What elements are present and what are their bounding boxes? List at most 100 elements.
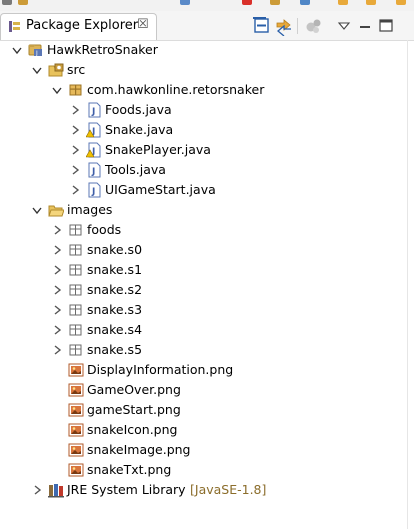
toolbar-icon[interactable] xyxy=(338,0,348,5)
image-file-icon xyxy=(68,403,84,417)
package-outline-icon xyxy=(69,264,82,276)
tree-item-label: src xyxy=(67,62,86,77)
tree-item[interactable]: snakeImage.png xyxy=(0,441,414,461)
tree-item[interactable]: JRE System Library [JavaSE-1.8] xyxy=(0,481,414,501)
chevron-right-icon[interactable] xyxy=(50,323,64,337)
tree-item[interactable]: snake.s0 xyxy=(0,241,414,261)
tree-item-label: HawkRetroSnaker xyxy=(47,42,158,57)
tree-item[interactable]: J Foods.java xyxy=(0,101,414,121)
view-title: Package Explorer xyxy=(26,18,139,33)
package-explorer-icon xyxy=(9,21,20,32)
image-file-icon xyxy=(68,423,84,437)
tree-item[interactable]: J SnakePlayer.java xyxy=(0,141,414,161)
tree-item-label: GameOver.png xyxy=(87,382,181,397)
package-outline-icon xyxy=(69,344,82,356)
chevron-right-icon[interactable] xyxy=(50,223,64,237)
chevron-down-icon[interactable] xyxy=(30,63,44,77)
tree-item[interactable]: src xyxy=(0,61,414,81)
toolbar-icon[interactable] xyxy=(300,0,310,5)
tree-item-label: snake.s3 xyxy=(87,302,143,317)
package-icon xyxy=(69,84,82,96)
tree-item[interactable]: J Tools.java xyxy=(0,161,414,181)
tree-item-label: foods xyxy=(87,222,122,237)
toolbar-icon[interactable] xyxy=(396,0,406,5)
tree-item-label: snakeImage.png xyxy=(87,442,191,457)
chevron-down-icon[interactable] xyxy=(30,203,44,217)
view-tab-bar: Package Explorer ☒ xyxy=(0,11,414,41)
tree-item[interactable]: gameStart.png xyxy=(0,401,414,421)
tree-item[interactable]: snake.s3 xyxy=(0,301,414,321)
tree-item[interactable]: snakeTxt.png xyxy=(0,461,414,481)
filters-icon[interactable] xyxy=(304,16,324,36)
chevron-right-icon[interactable] xyxy=(50,343,64,357)
chevron-right-icon[interactable] xyxy=(68,183,82,197)
svg-text:J: J xyxy=(35,50,38,57)
package-explorer-tab[interactable]: Package Explorer ☒ xyxy=(0,13,157,40)
tree-item-label: UIGameStart.java xyxy=(105,182,216,197)
tree-item-label: snakeIcon.png xyxy=(87,422,178,437)
tree-item-label: Snake.java xyxy=(105,122,174,137)
tree-item[interactable]: foods xyxy=(0,221,414,241)
toolbar-icon[interactable] xyxy=(366,0,376,5)
chevron-right-icon[interactable] xyxy=(50,283,64,297)
tree-item[interactable]: snake.s1 xyxy=(0,261,414,281)
tree-item[interactable]: com.hawkonline.retorsnaker xyxy=(0,81,414,101)
chevron-right-icon[interactable] xyxy=(50,263,64,277)
toolbar-icon[interactable] xyxy=(180,0,190,5)
tree-item[interactable]: GameOver.png xyxy=(0,381,414,401)
chevron-right-icon[interactable] xyxy=(68,163,82,177)
chevron-down-icon[interactable] xyxy=(50,83,64,97)
tree-item[interactable]: J HawkRetroSnaker xyxy=(0,41,414,61)
chevron-right-icon[interactable] xyxy=(50,303,64,317)
tree-item[interactable]: images xyxy=(0,201,414,221)
tree-item-label: snake.s0 xyxy=(87,242,143,257)
tree-item-label: Tools.java xyxy=(105,162,166,177)
source-folder-icon xyxy=(48,63,64,77)
view-menu-icon[interactable] xyxy=(334,16,354,36)
image-file-icon xyxy=(68,443,84,457)
tree-item[interactable]: J Snake.java xyxy=(0,121,414,141)
tree-item[interactable]: snake.s5 xyxy=(0,341,414,361)
image-file-icon xyxy=(68,383,84,397)
tree-item[interactable]: snake.s2 xyxy=(0,281,414,301)
top-toolbar-strip xyxy=(0,0,414,11)
svg-text:J: J xyxy=(91,187,95,197)
java-file-icon: J xyxy=(88,102,101,118)
package-outline-icon xyxy=(69,284,82,296)
java-file-icon: J xyxy=(88,182,101,198)
chevron-right-icon[interactable] xyxy=(30,483,44,497)
package-outline-icon xyxy=(69,324,82,336)
tree-item[interactable]: J UIGameStart.java xyxy=(0,181,414,201)
java-file-warning-icon: J xyxy=(86,122,101,138)
minimize-icon[interactable] xyxy=(355,16,375,36)
tree-item-label: images xyxy=(67,202,113,217)
toolbar-icon[interactable] xyxy=(2,0,12,5)
collapse-all-icon[interactable] xyxy=(252,16,272,36)
folder-open-icon xyxy=(48,205,64,217)
tree-item-label: gameStart.png xyxy=(87,402,181,417)
close-icon[interactable]: ☒ xyxy=(137,17,149,32)
toolbar-icon[interactable] xyxy=(270,0,280,5)
tree-item-label: Foods.java xyxy=(105,102,172,117)
tree-item-decoration: [JavaSE-1.8] xyxy=(190,482,267,497)
tree-item-label: JRE System Library xyxy=(67,482,186,497)
maximize-icon[interactable] xyxy=(376,16,396,36)
chevron-right-icon[interactable] xyxy=(68,103,82,117)
chevron-right-icon[interactable] xyxy=(68,143,82,157)
chevron-right-icon[interactable] xyxy=(50,243,64,257)
tree-item-label: DisplayInformation.png xyxy=(87,362,234,377)
tree-item[interactable]: snakeIcon.png xyxy=(0,421,414,441)
chevron-right-icon[interactable] xyxy=(68,123,82,137)
toolbar-separator xyxy=(297,18,298,34)
toolbar-icon[interactable] xyxy=(242,0,252,5)
chevron-down-icon[interactable] xyxy=(10,43,24,57)
tree-item[interactable]: DisplayInformation.png xyxy=(0,361,414,381)
tree-item-label: snake.s1 xyxy=(87,262,143,277)
link-with-editor-icon[interactable] xyxy=(274,16,294,36)
svg-text:J: J xyxy=(91,167,95,177)
tree-item-label: com.hawkonline.retorsnaker xyxy=(87,82,265,97)
tree-item[interactable]: snake.s4 xyxy=(0,321,414,341)
package-outline-icon xyxy=(69,244,82,256)
toolbar-icon[interactable] xyxy=(18,0,28,5)
java-file-icon: J xyxy=(88,162,101,178)
